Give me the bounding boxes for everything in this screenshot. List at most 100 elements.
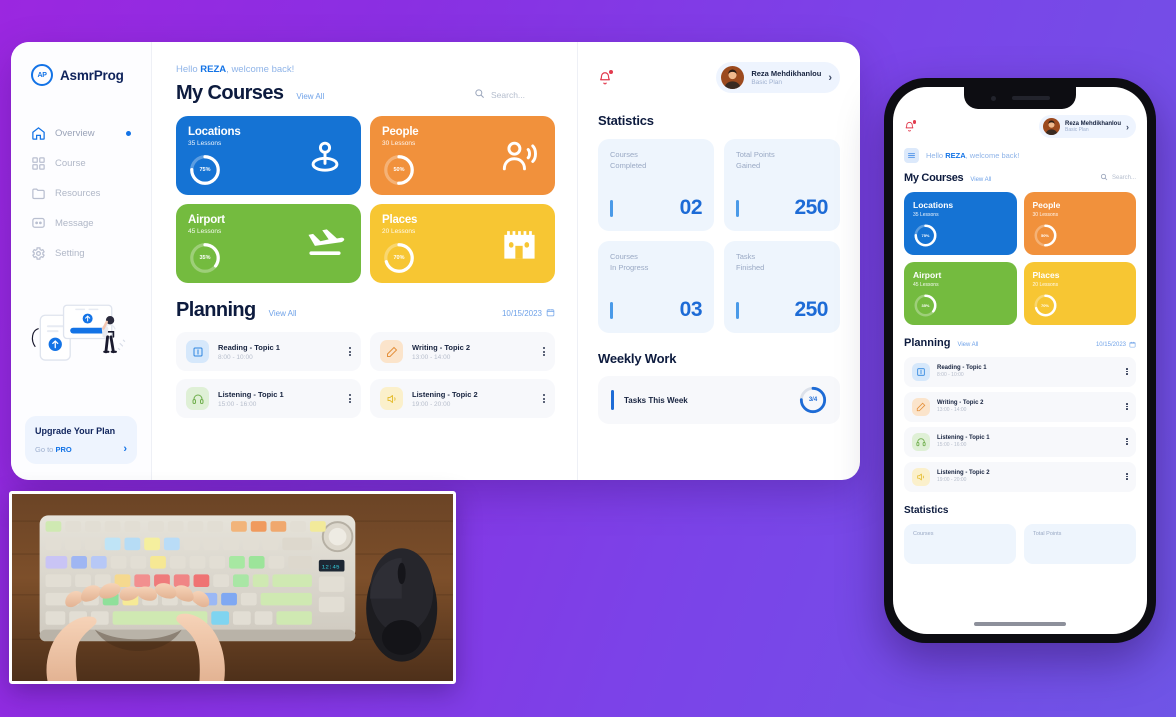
planning-date-picker[interactable]: 10/15/2023	[502, 308, 555, 319]
task-more-icon[interactable]	[1126, 473, 1128, 480]
task-more-icon[interactable]	[543, 347, 545, 356]
course-card-places[interactable]: Places 20 Lessons 70%	[370, 204, 555, 283]
phone-content: Reza Mehdikhanlou Basic Plan › Hello REZ…	[893, 87, 1147, 564]
greeting-prefix: Hello	[926, 151, 946, 160]
stat-label: Courses	[913, 530, 934, 537]
chevron-right-icon[interactable]: ›	[123, 443, 127, 455]
sidebar-item-overview[interactable]: Overview	[25, 120, 137, 147]
task-name: Writing - Topic 2	[937, 400, 984, 406]
planning-view-all-link[interactable]: View All	[269, 309, 297, 318]
sidebar-item-resources[interactable]: Resources	[25, 180, 137, 207]
weekly-tasks-card[interactable]: Tasks This Week 3/4	[598, 376, 840, 424]
sidebar-item-message[interactable]: Message	[25, 210, 137, 237]
location-pin-icon	[303, 134, 347, 178]
chevron-right-icon[interactable]: ›	[1126, 122, 1129, 132]
stat-card-courses-completed[interactable]: Courses Completed 02	[598, 139, 714, 231]
calendar-icon	[546, 308, 555, 319]
dashboard-window: AP AsmrProg Overview Course Resources Me…	[11, 42, 860, 480]
task-time: 8:00 - 10:00	[937, 372, 964, 378]
notification-bell-icon[interactable]	[598, 69, 613, 85]
upgrade-cta: Go to PRO	[35, 445, 72, 454]
statistics-panel: Reza Mehdikhanlou Basic Plan › Statistic…	[578, 42, 860, 480]
chevron-right-icon[interactable]: ›	[828, 72, 832, 84]
sidebar-item-label: Overview	[55, 128, 95, 139]
search-input[interactable]	[491, 90, 555, 100]
statistics-topbar: Reza Mehdikhanlou Basic Plan ›	[598, 62, 840, 93]
headphone-icon	[186, 387, 209, 410]
task-more-icon[interactable]	[1126, 403, 1128, 410]
task-row[interactable]: Listening - Topic 1 15:00 - 16:00	[904, 426, 1136, 457]
phone-search-box[interactable]: Search...	[1100, 173, 1136, 183]
weekly-progress-label: 3/4	[808, 397, 818, 403]
speaker-icon	[912, 467, 930, 486]
course-card-airport[interactable]: Airport 45 Lessons 35%	[176, 204, 361, 283]
task-more-icon[interactable]	[349, 347, 351, 356]
pencil-icon	[912, 397, 930, 416]
grid-icon	[31, 156, 46, 171]
weekly-accent-bar	[611, 390, 614, 410]
task-time: 13:00 - 14:00	[937, 407, 967, 413]
profile-name: Reza Mehdikhanlou	[751, 69, 822, 78]
greeting: Hello REZA, welcome back!	[176, 64, 555, 75]
course-card-airport[interactable]: Airport 45 Lessons 35%	[904, 262, 1017, 325]
stat-card-total-points[interactable]: Total Points	[1024, 523, 1136, 564]
course-progress-ring: 50%	[382, 153, 416, 187]
phone-planning-date-picker[interactable]: 10/15/2023	[1096, 341, 1136, 350]
weekly-label: Tasks This Week	[624, 395, 688, 405]
upgrade-title: Upgrade Your Plan	[35, 426, 116, 436]
notification-bell-icon[interactable]	[904, 120, 916, 132]
task-more-icon[interactable]	[1126, 438, 1128, 445]
phone-planning-date-label: 10/15/2023	[1095, 342, 1126, 348]
course-lessons: 20 Lessons	[1032, 281, 1059, 288]
course-card-people[interactable]: People 30 Lessons 50%	[370, 116, 555, 195]
course-lessons: 30 Lessons	[1032, 211, 1059, 218]
person-speaking-icon	[497, 134, 541, 178]
task-more-icon[interactable]	[349, 394, 351, 403]
phone-speaker-icon	[1011, 96, 1050, 100]
task-row[interactable]: Reading - Topic 1 8:00 - 10:00	[904, 356, 1136, 387]
profile-chip[interactable]: Reza Mehdikhanlou Basic Plan ›	[1038, 115, 1136, 138]
course-title: Locations	[913, 200, 954, 210]
sidebar: AP AsmrProg Overview Course Resources Me…	[11, 42, 152, 480]
phone-planning-title: Planning	[904, 337, 951, 349]
task-row[interactable]: Writing - Topic 2 13:00 - 14:00	[370, 332, 555, 371]
profile-chip[interactable]: Reza Mehdikhanlou Basic Plan ›	[716, 62, 840, 93]
brand-logo[interactable]: AP AsmrProg	[25, 64, 137, 86]
upgrade-plan-card[interactable]: Upgrade Your Plan Go to PRO ›	[25, 416, 137, 464]
task-time: 15:00 - 16:00	[937, 442, 967, 448]
phone-screen: Reza Mehdikhanlou Basic Plan › Hello REZ…	[893, 87, 1147, 634]
planning-date-label: 10/15/2023	[501, 309, 542, 318]
home-icon	[31, 126, 46, 141]
stat-value: 02	[679, 196, 703, 219]
phone-planning-view-all-link[interactable]: View All	[957, 342, 978, 348]
stat-card-courses-in-progress[interactable]: Courses In Progress 03	[598, 241, 714, 333]
task-time: 15:00 - 16:00	[218, 400, 257, 408]
sidebar-item-setting[interactable]: Setting	[25, 240, 137, 267]
sidebar-item-label: Resources	[55, 188, 101, 199]
stat-card-tasks-finished[interactable]: Tasks Finished 250	[724, 241, 840, 333]
task-row[interactable]: Listening - Topic 1 15:00 - 16:00	[176, 379, 361, 418]
courses-view-all-link[interactable]: View All	[296, 92, 324, 101]
course-card-locations[interactable]: Locations 35 Lessons 75%	[176, 116, 361, 195]
phone-courses-view-all-link[interactable]: View All	[970, 177, 991, 183]
phone-home-indicator[interactable]	[974, 622, 1066, 626]
task-row[interactable]: Writing - Topic 2 13:00 - 14:00	[904, 391, 1136, 422]
task-more-icon[interactable]	[543, 394, 545, 403]
task-more-icon[interactable]	[1126, 368, 1128, 375]
gear-icon	[31, 246, 46, 261]
sidebar-item-course[interactable]: Course	[25, 150, 137, 177]
stat-card-courses[interactable]: Courses	[904, 523, 1016, 564]
phone-greeting-row: Hello REZA, welcome back!	[904, 148, 1136, 163]
phone-notch	[964, 87, 1076, 109]
course-card-locations[interactable]: Locations 35 Lessons 75%	[904, 192, 1017, 255]
hamburger-menu-icon[interactable]	[904, 148, 919, 163]
course-card-places[interactable]: Places 20 Lessons 70%	[1023, 262, 1136, 325]
stat-card-total-points-gained[interactable]: Total Points Gained 250	[724, 139, 840, 231]
upgrade-cta-strong: PRO	[55, 444, 72, 454]
task-row[interactable]: Listening - Topic 2 19:00 - 20:00	[370, 379, 555, 418]
task-row[interactable]: Listening - Topic 2 19:00 - 20:00	[904, 461, 1136, 492]
search-box[interactable]	[474, 86, 555, 104]
task-row[interactable]: Reading - Topic 1 8:00 - 10:00	[176, 332, 361, 371]
keyboard-typing-photo: 12:45	[12, 494, 453, 681]
course-card-people[interactable]: People 30 Lessons 50%	[1023, 192, 1136, 255]
